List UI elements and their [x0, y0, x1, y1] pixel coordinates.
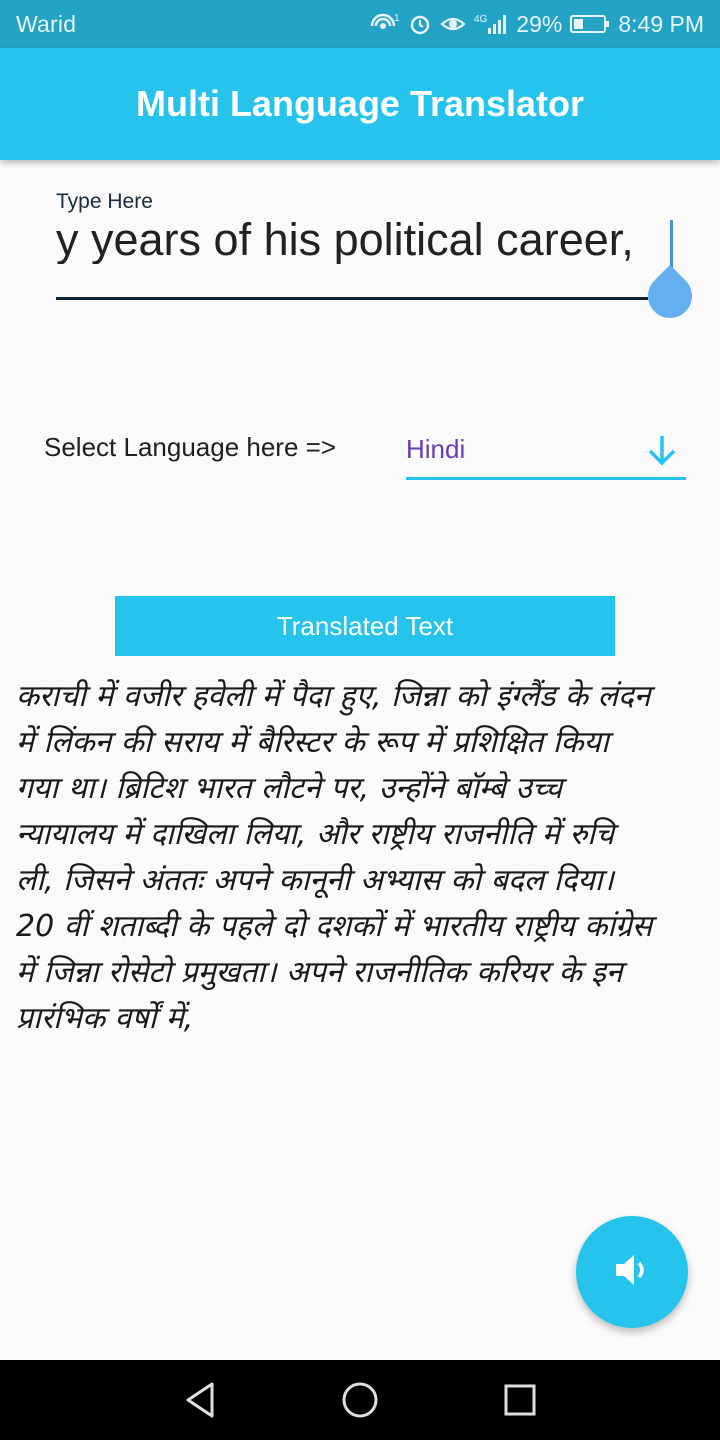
navigation-bar	[0, 1360, 720, 1440]
wifi-calling-icon: 1	[370, 12, 400, 36]
input-underline	[56, 297, 648, 300]
arrow-down-icon[interactable]	[644, 432, 680, 473]
text-cursor	[670, 220, 673, 268]
translation-output: कराची में वजीर हवेली में पैदा हुए, जिन्न…	[16, 674, 716, 1042]
text-input-field[interactable]: Type Here	[56, 190, 702, 328]
status-icons: 1 4G 29% 8:49 PM	[370, 11, 704, 38]
signal-icon: 4G	[474, 12, 508, 36]
home-circle-icon[interactable]	[338, 1378, 382, 1422]
translation-line: गया था। ब्रिटिश भारत लौटने पर, उन्होंने …	[16, 771, 563, 806]
back-triangle-icon[interactable]	[178, 1378, 222, 1422]
svg-text:1: 1	[394, 13, 400, 24]
translated-text-header: Translated Text	[115, 596, 615, 656]
translation-line: न्यायालय में दाखिला लिया, और राष्ट्रीय र…	[16, 817, 615, 852]
selected-language: Hindi	[406, 434, 466, 464]
translation-line: ली, जिसने अंततः अपने कानूनी अभ्यास को बद…	[16, 863, 614, 898]
language-dropdown[interactable]: Hindi	[406, 424, 686, 480]
eye-icon	[440, 12, 466, 36]
status-bar: Warid 1 4G 29% 8:49 PM	[0, 0, 720, 48]
clock-time: 8:49 PM	[618, 10, 704, 37]
source-text-input[interactable]	[56, 216, 672, 264]
translation-line: कराची में वजीर हवेली में पैदा हुए, जिन्न…	[16, 679, 651, 714]
cursor-handle[interactable]	[638, 264, 702, 328]
app-bar: Multi Language Translator	[0, 48, 720, 160]
translation-line: प्रारंभिक वर्षों में,	[16, 1001, 194, 1036]
battery-icon	[570, 13, 610, 35]
speaker-icon	[612, 1250, 652, 1295]
speak-button[interactable]	[576, 1216, 688, 1328]
svg-text:4G: 4G	[474, 14, 488, 25]
translation-line: 20 वीं शताब्दी के पहले दो दशकों में भारत…	[16, 909, 653, 944]
translation-line: में लिंकन की सराय में बैरिस्टर के रूप मे…	[16, 725, 609, 760]
carrier-label: Warid	[16, 10, 77, 37]
recents-square-icon[interactable]	[498, 1378, 542, 1422]
translated-text-title: Translated Text	[276, 610, 454, 641]
battery-percent: 29%	[516, 10, 563, 37]
app-title: Multi Language Translator	[135, 83, 585, 124]
translation-line: में जिन्ना रोसेटो प्रमुखता। अपने राजनीति…	[16, 955, 623, 990]
input-label: Type Here	[56, 190, 153, 213]
select-language-label: Select Language here =>	[44, 432, 337, 462]
alarm-icon	[408, 12, 432, 36]
